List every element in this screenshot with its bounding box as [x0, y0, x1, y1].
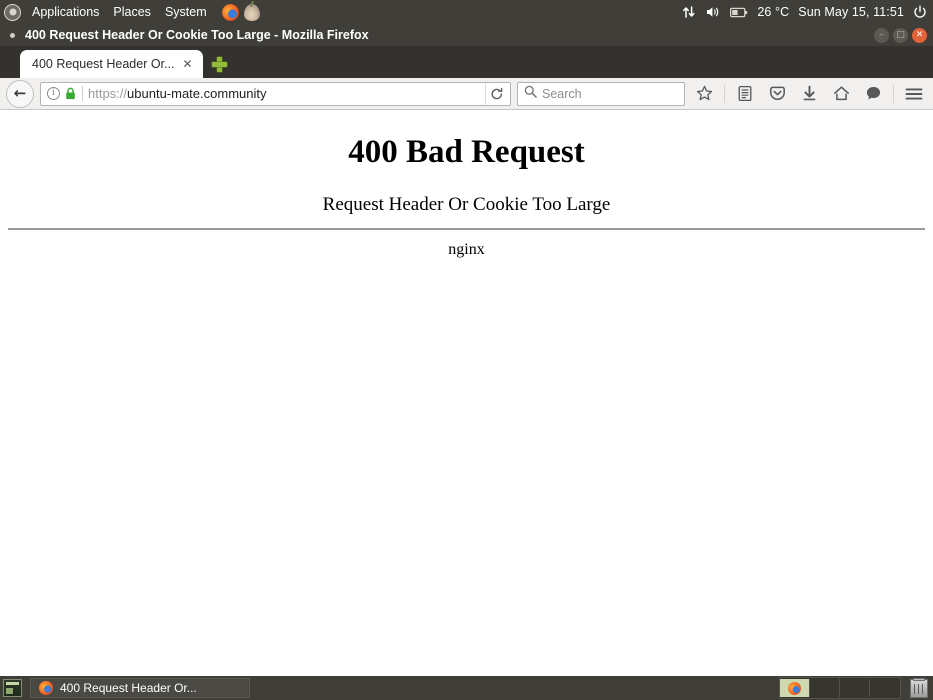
taskbar-window-button[interactable]: 400 Request Header Or... — [30, 678, 250, 698]
toolbar-separator-2 — [893, 85, 894, 103]
plus-icon — [212, 57, 227, 72]
taskbar-window-title: 400 Request Header Or... — [60, 681, 197, 695]
power-icon[interactable] — [913, 5, 927, 19]
sync-chat-icon[interactable] — [860, 81, 886, 107]
maximize-button[interactable]: □ — [893, 28, 908, 43]
bookmark-star-icon[interactable] — [691, 81, 717, 107]
menu-hamburger-icon[interactable] — [901, 81, 927, 107]
search-input[interactable]: Search — [517, 82, 685, 106]
menu-applications[interactable]: Applications — [29, 3, 102, 21]
arrow-left-icon: ← — [14, 86, 27, 101]
bottom-panel: 400 Request Header Or... — [0, 676, 933, 700]
downloads-icon[interactable] — [796, 81, 822, 107]
back-button[interactable]: ← — [6, 80, 34, 108]
close-button[interactable]: ✕ — [912, 28, 927, 43]
page-title: 400 Bad Request — [0, 133, 933, 173]
toolbar-separator — [724, 85, 725, 103]
network-updown-icon[interactable] — [682, 5, 696, 19]
trash-icon[interactable] — [910, 679, 928, 698]
workspace-2[interactable] — [810, 679, 840, 697]
url-host: ubuntu-mate.community — [127, 86, 266, 101]
workspace-3[interactable] — [840, 679, 870, 697]
clock-indicator[interactable]: Sun May 15, 11:51 — [798, 5, 904, 19]
search-icon — [524, 85, 537, 103]
minimize-button[interactable]: – — [874, 28, 889, 43]
volume-icon[interactable] — [705, 5, 721, 19]
firefox-window: 400 Request Header Or Cookie Too Large -… — [0, 24, 933, 676]
firefox-launcher-icon[interactable] — [222, 4, 239, 21]
window-controls: – □ ✕ — [874, 28, 927, 43]
panel-launchers — [222, 4, 260, 21]
tor-browser-launcher-icon[interactable] — [244, 4, 260, 21]
tab-title: 400 Request Header Or... — [32, 57, 174, 71]
window-menu-icon[interactable] — [10, 33, 15, 38]
temperature-indicator[interactable]: 26 °C — [757, 5, 789, 19]
reload-button[interactable] — [485, 83, 508, 105]
mate-menu-icon[interactable] — [4, 4, 21, 21]
server-signature: nginx — [0, 241, 933, 259]
secure-lock-icon[interactable] — [65, 87, 76, 100]
menu-places[interactable]: Places — [110, 3, 154, 21]
top-panel-left: Applications Places System — [4, 3, 260, 21]
workspace-window-preview-icon — [788, 682, 801, 695]
horizontal-rule — [8, 228, 925, 230]
pocket-icon[interactable] — [764, 81, 790, 107]
page-subtitle: Request Header Or Cookie Too Large — [0, 194, 933, 217]
url-text: https://ubuntu-mate.community — [88, 86, 480, 101]
workspace-4[interactable] — [870, 679, 900, 697]
firefox-icon — [39, 681, 53, 695]
browser-tab[interactable]: 400 Request Header Or... ✕ — [20, 50, 203, 78]
workspace-1[interactable] — [780, 679, 810, 697]
top-panel-indicators: 26 °C Sun May 15, 11:51 — [682, 5, 927, 19]
navigation-toolbar: ← i https://ubuntu-mate.community — [0, 78, 933, 110]
site-information-icon[interactable]: i — [47, 87, 60, 100]
show-desktop-icon[interactable] — [3, 679, 22, 697]
menu-system[interactable]: System — [162, 3, 210, 21]
window-title: 400 Request Header Or Cookie Too Large -… — [25, 28, 369, 42]
top-panel: Applications Places System — [0, 0, 933, 24]
window-titlebar[interactable]: 400 Request Header Or Cookie Too Large -… — [0, 24, 933, 46]
battery-icon[interactable] — [730, 7, 748, 18]
page-content: 400 Bad Request Request Header Or Cookie… — [0, 110, 933, 675]
url-bar[interactable]: i https://ubuntu-mate.community — [40, 82, 511, 106]
url-separator — [82, 86, 83, 101]
home-icon[interactable] — [828, 81, 854, 107]
search-placeholder: Search — [542, 87, 582, 101]
library-icon[interactable] — [732, 81, 758, 107]
tab-strip: 400 Request Header Or... ✕ — [0, 46, 933, 78]
url-scheme: https:// — [88, 86, 127, 101]
tab-close-icon[interactable]: ✕ — [180, 57, 194, 71]
workspace-switcher[interactable] — [779, 677, 901, 699]
new-tab-button[interactable] — [207, 50, 233, 78]
